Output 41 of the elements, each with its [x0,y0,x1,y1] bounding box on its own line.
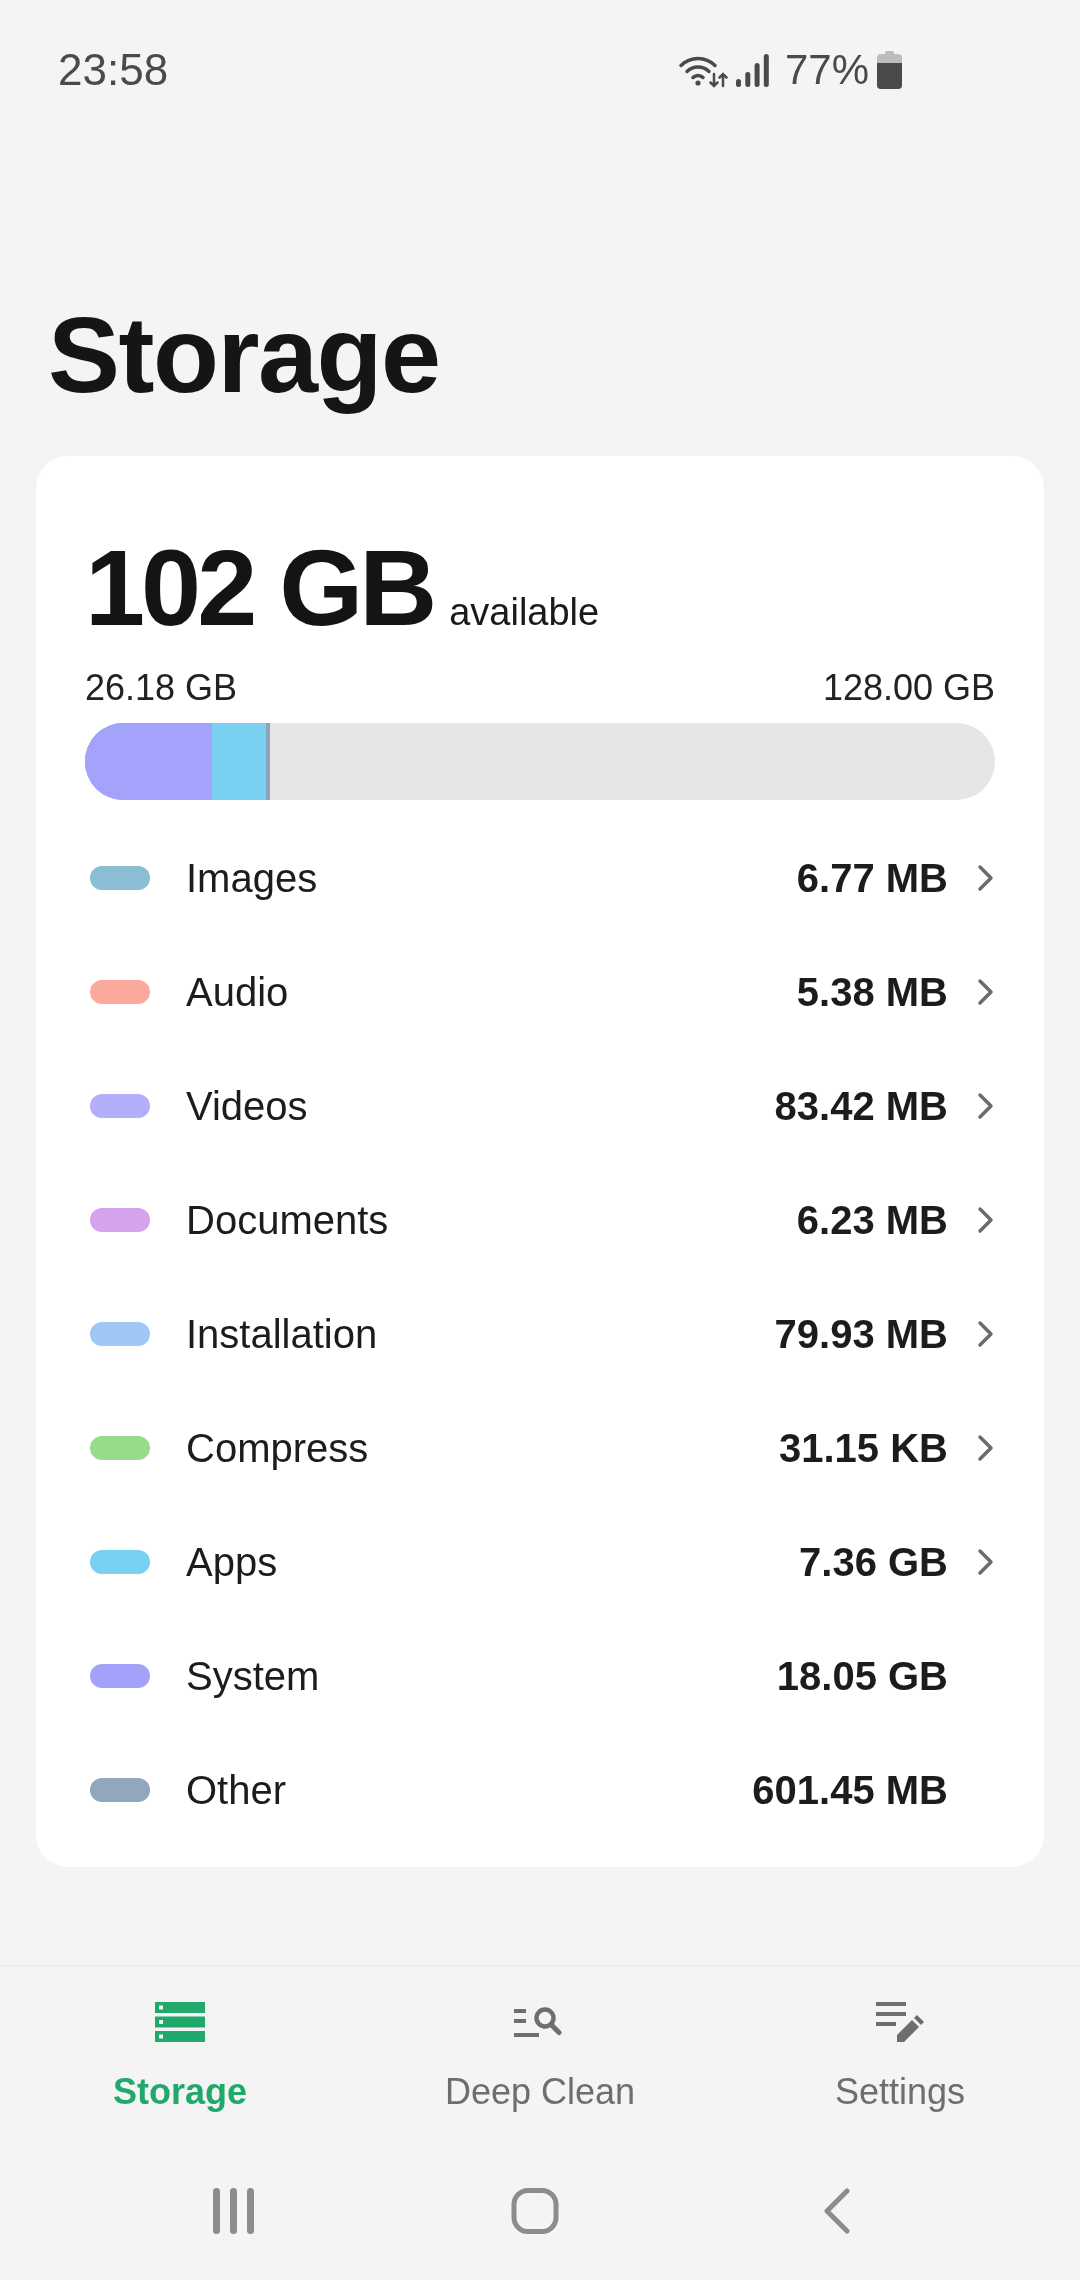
page-title: Storage [48,293,440,417]
signal-icon [735,53,769,87]
category-size: 7.36 GB [799,1538,948,1586]
category-name[interactable]: Videos [186,1081,775,1130]
back-icon[interactable] [823,2188,851,2234]
chevron-right-icon[interactable] [977,1547,995,1576]
category-name[interactable]: Installation [186,1309,775,1358]
chevron-right-icon[interactable] [977,1205,995,1234]
available-amount: 102 GB [85,533,434,642]
battery-icon [877,51,902,89]
total-capacity: 128.00 GB [822,665,995,709]
category-size: 6.23 MB [796,1196,948,1244]
server-icon [155,2002,205,2042]
nav-tab[interactable]: Deep Clean [444,2000,636,2114]
category-name[interactable]: Images [186,853,797,902]
category-size: 79.93 MB [774,1310,948,1358]
chevron-right-icon[interactable] [977,1091,995,1120]
available-label: available [449,592,600,631]
category-size: 5.38 MB [796,968,948,1016]
status-time: 23:58 [58,48,169,92]
category-name[interactable]: Audio [186,967,797,1016]
chevron-right-icon[interactable] [977,1319,995,1348]
chevron-right-icon[interactable] [977,863,995,892]
category-size: 6.77 MB [796,854,948,902]
category-name[interactable]: Apps [186,1537,800,1586]
list-edit-icon [876,2002,924,2042]
category-name: System [186,1652,321,1700]
category-size: 31.15 KB [779,1424,948,1472]
category-size: 601.45 MB [752,1766,948,1814]
category-name[interactable]: Documents [186,1195,797,1244]
chevron-right-icon[interactable] [977,977,995,1006]
nav-tab[interactable]: Settings [834,2000,966,2114]
home-icon[interactable] [511,2188,559,2234]
category-name[interactable]: Compress [186,1423,779,1472]
used-amount: 26.18 GB [85,665,238,709]
category-size: 18.05 GB [776,1652,948,1700]
recent-apps-icon[interactable] [212,2188,254,2234]
category-name: Other [186,1766,288,1814]
category-size: 83.42 MB [774,1082,948,1130]
battery-percent: 77% [784,49,869,91]
chevron-right-icon[interactable] [977,1433,995,1462]
